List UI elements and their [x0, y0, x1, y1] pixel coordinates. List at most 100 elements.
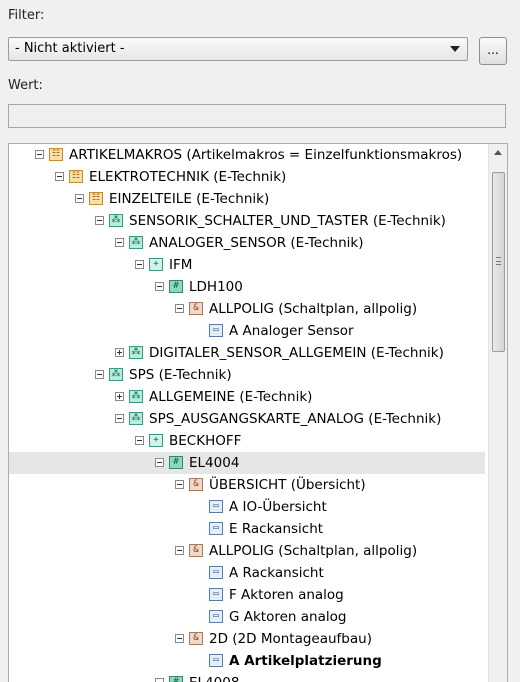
tree-node-label: SENSORIK_SCHALTER_UND_TASTER (E-Technik) — [129, 213, 446, 229]
tree-node-label: ELEKTROTECHNIK (E-Technik) — [89, 169, 287, 185]
tree-node-label: ALLPOLIG (Schaltplan, allpolig) — [209, 301, 418, 317]
collapse-icon[interactable] — [155, 282, 164, 291]
macro-node-icon: ☷ — [69, 170, 83, 183]
tree-node[interactable]: & ÜBERSICHT (Übersicht) — [9, 474, 485, 496]
collapse-icon[interactable] — [135, 436, 144, 445]
tree-node[interactable]: ⁂ ANALOGER_SENSOR (E-Technik) — [9, 232, 485, 254]
tree-node-label: EL4004 — [189, 455, 240, 471]
collapse-icon[interactable] — [155, 458, 164, 467]
tree-node[interactable]: & ALLPOLIG (Schaltplan, allpolig) — [9, 540, 485, 562]
expand-icon[interactable] — [115, 348, 124, 357]
wert-field[interactable] — [8, 104, 506, 128]
amp-node-icon: & — [189, 632, 203, 645]
collapse-icon[interactable] — [175, 546, 184, 555]
filter-label: Filter: — [8, 8, 45, 23]
tree-node[interactable]: ☷ ELEKTROTECHNIK (E-Technik) — [9, 166, 485, 188]
tree-node-label: SPS_AUSGANGSKARTE_ANALOG (E-Technik) — [149, 411, 442, 427]
tree-node-label: A IO-Übersicht — [229, 499, 327, 515]
hash-node-icon: # — [169, 456, 183, 469]
tree-node[interactable]: ▭ A IO-Übersicht — [9, 496, 485, 518]
tree-node-label: EL4008 — [189, 672, 239, 682]
tree-node[interactable]: ▭ A Artikelplatzierung — [9, 650, 485, 672]
amp-node-icon: & — [189, 544, 203, 557]
filter-value: - Nicht aktiviert - — [15, 41, 125, 56]
tree-node[interactable]: ⁂ ALLGEMEINE (E-Technik) — [9, 386, 485, 408]
tree-node[interactable]: ▭ F Aktoren analog — [9, 584, 485, 606]
tree-node[interactable]: & ALLPOLIG (Schaltplan, allpolig) — [9, 298, 485, 320]
node-node-icon: ⁂ — [109, 368, 123, 381]
tree-node-label: ANALOGER_SENSOR (E-Technik) — [149, 235, 364, 251]
collapse-icon[interactable] — [115, 238, 124, 247]
tree-node[interactable]: + BECKHOFF — [9, 430, 485, 452]
tree-node-label: DIGITALER_SENSOR_ALLGEMEIN (E-Technik) — [149, 345, 444, 361]
tree-node-label: IFM — [169, 257, 193, 273]
amp-node-icon: & — [189, 478, 203, 491]
node-node-icon: ⁂ — [129, 412, 143, 425]
tree-node[interactable]: ⁂ DIGITALER_SENSOR_ALLGEMEIN (E-Technik) — [9, 342, 485, 364]
tree-node[interactable]: & 2D (2D Montageaufbau) — [9, 628, 485, 650]
tree-scrollbar[interactable] — [488, 144, 507, 682]
macro-tree[interactable]: ☷ ARTIKELMAKROS (Artikelmakros = Einzelfu… — [8, 143, 508, 682]
tree-node-label: EINZELTEILE (E-Technik) — [109, 191, 270, 207]
collapse-icon[interactable] — [75, 194, 84, 203]
collapse-icon[interactable] — [175, 304, 184, 313]
tree-node-label: ALLPOLIG (Schaltplan, allpolig) — [209, 543, 418, 559]
tree-node[interactable]: ☷ EINZELTEILE (E-Technik) — [9, 188, 485, 210]
tree-node[interactable]: ▭ G Aktoren analog — [9, 606, 485, 628]
tree-node[interactable]: ▭ A Analoger Sensor — [9, 320, 485, 342]
collapse-icon[interactable] — [115, 414, 124, 423]
plus-node-icon: + — [149, 258, 163, 271]
expand-icon[interactable] — [115, 392, 124, 401]
collapse-icon[interactable] — [55, 172, 64, 181]
collapse-icon[interactable] — [95, 216, 104, 225]
tree-node-label: SPS (E-Technik) — [129, 367, 232, 383]
wert-label: Wert: — [8, 78, 43, 93]
filter-dropdown[interactable]: - Nicht aktiviert - — [8, 37, 468, 61]
collapse-icon[interactable] — [175, 480, 184, 489]
collapse-icon[interactable] — [35, 150, 44, 159]
tree-node[interactable]: ▭ A Rackansicht — [9, 562, 485, 584]
tree-node[interactable]: # EL4008 — [9, 672, 485, 682]
collapse-icon[interactable] — [175, 634, 184, 643]
tree-node[interactable]: # EL4004 — [9, 452, 485, 474]
node-node-icon: ⁂ — [129, 390, 143, 403]
page-node-icon: ▭ — [209, 610, 223, 623]
tree-node-label: A Analoger Sensor — [229, 323, 354, 339]
tree-node-label: E Rackansicht — [229, 521, 324, 537]
tree-node-label: BECKHOFF — [169, 433, 242, 449]
plus-node-icon: + — [149, 434, 163, 447]
tree-node-label: ARTIKELMAKROS (Artikelmakros = Einzelfun… — [69, 147, 463, 163]
tree-node-label: LDH100 — [189, 279, 243, 295]
tree-node[interactable]: ☷ ARTIKELMAKROS (Artikelmakros = Einzelfu… — [9, 144, 485, 166]
tree-node[interactable]: + IFM — [9, 254, 485, 276]
grip-icon — [496, 257, 501, 265]
page-node-icon: ▭ — [209, 588, 223, 601]
tree-node-label: 2D (2D Montageaufbau) — [209, 631, 372, 647]
tree-node[interactable]: ⁂ SPS_AUSGANGSKARTE_ANALOG (E-Technik) — [9, 408, 485, 430]
collapse-icon[interactable] — [155, 678, 164, 682]
collapse-icon[interactable] — [135, 260, 144, 269]
hash-node-icon: # — [169, 676, 183, 682]
tree-node[interactable]: # LDH100 — [9, 276, 485, 298]
node-node-icon: ⁂ — [109, 214, 123, 227]
page-node-icon: ▭ — [209, 654, 223, 667]
tree-node[interactable]: ⁂ SENSORIK_SCHALTER_UND_TASTER (E-Technik… — [9, 210, 485, 232]
scroll-up-arrow-icon[interactable] — [494, 150, 502, 155]
page-node-icon: ▭ — [209, 522, 223, 535]
macro-node-icon: ☷ — [89, 192, 103, 205]
tree-node[interactable]: ⁂ SPS (E-Technik) — [9, 364, 485, 386]
page-node-icon: ▭ — [209, 324, 223, 337]
hash-node-icon: # — [169, 280, 183, 293]
tree-node-label: ALLGEMEINE (E-Technik) — [149, 389, 313, 405]
amp-node-icon: & — [189, 302, 203, 315]
filter-browse-button[interactable]: ... — [479, 37, 507, 65]
page-node-icon: ▭ — [209, 500, 223, 513]
chevron-down-icon — [450, 46, 460, 52]
tree-node-label: G Aktoren analog — [229, 609, 347, 625]
macro-node-icon: ☷ — [49, 148, 63, 161]
collapse-icon[interactable] — [95, 370, 104, 379]
tree-node[interactable]: ▭ E Rackansicht — [9, 518, 485, 540]
tree-node-label: F Aktoren analog — [229, 587, 344, 603]
node-node-icon: ⁂ — [129, 346, 143, 359]
scrollbar-thumb[interactable] — [492, 172, 505, 352]
